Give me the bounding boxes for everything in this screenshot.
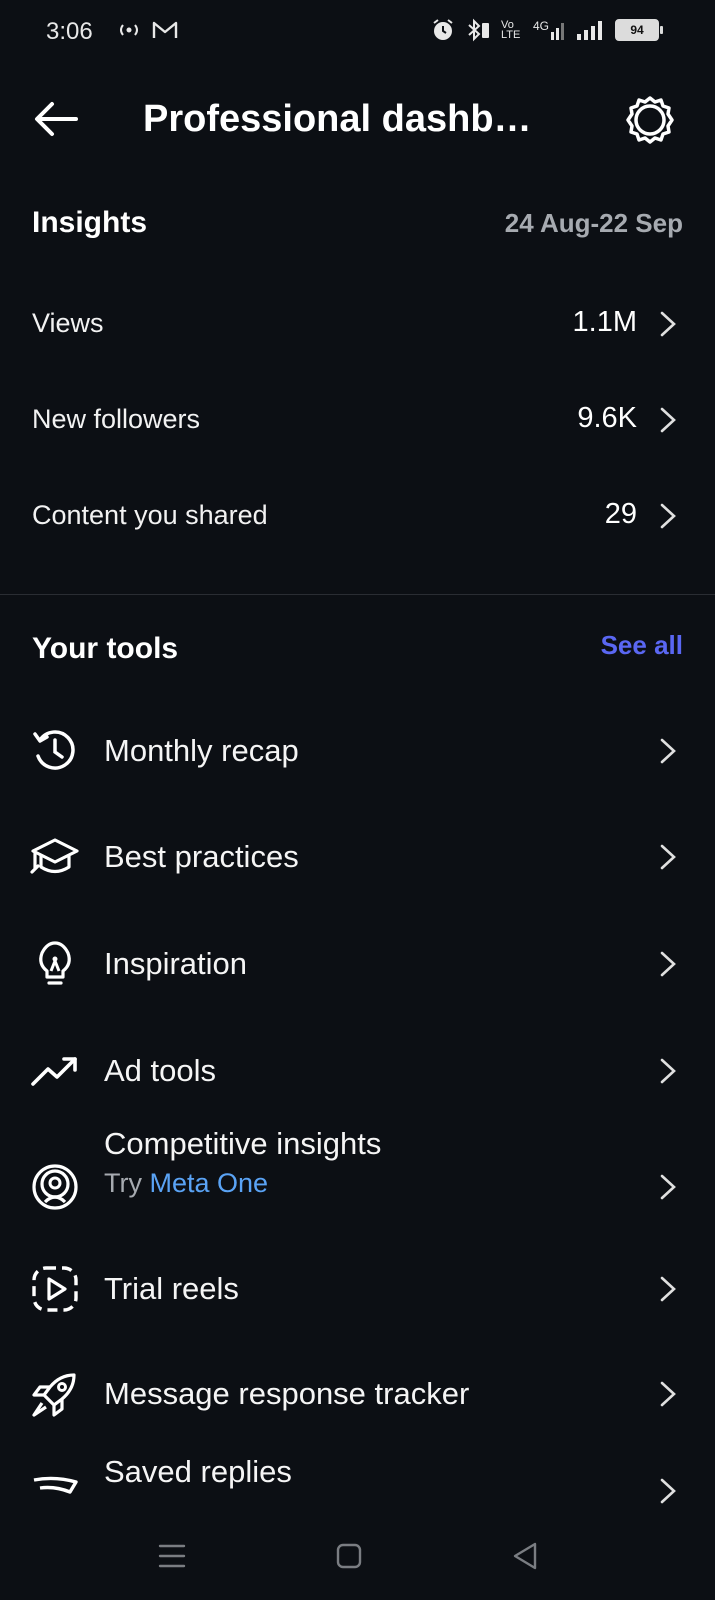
chevron-right-icon [660,1174,676,1200]
dashed-play-icon [32,1266,78,1312]
signal-icon [551,23,564,40]
insights-date-range[interactable]: 24 Aug-22 Sep [505,208,683,239]
professional-dashboard-screen: 3:06 Vo LTE 4G 94 Professional dashb… In… [0,0,715,1600]
chevron-right-icon [660,738,676,764]
hotspot-icon [120,24,138,36]
tool-label: Trial reels [104,1271,239,1306]
back-triangle-icon[interactable] [503,1534,547,1578]
tool-sub-label: Try Meta One [104,1168,268,1199]
target-person-icon [32,1164,78,1210]
try-prefix: Try [104,1168,142,1198]
top-app-bar: Professional dashb… [0,70,715,170]
section-divider [0,594,715,595]
chevron-right-icon [660,503,676,529]
chevron-right-icon [660,311,676,337]
see-all-link[interactable]: See all [601,630,683,661]
status-bar: 3:06 Vo LTE 4G 94 [0,0,715,64]
tool-competitive-insights[interactable]: Competitive insights Try Meta One [0,1126,715,1246]
bluetooth-icon [468,18,489,42]
chevron-right-icon [660,1276,676,1302]
signal-strength-icon [577,21,602,40]
chevron-right-icon [660,951,676,977]
meta-one-link[interactable]: Meta One [150,1168,269,1198]
your-tools-heading: Your tools [32,632,179,665]
metric-row-new-followers[interactable]: New followers 9.6K [0,380,715,460]
metric-value: 9.6K [577,402,637,434]
status-time: 3:06 [46,18,93,45]
metric-row-content-shared[interactable]: Content you shared 29 [0,476,715,556]
back-arrow-icon[interactable] [30,96,82,142]
battery-indicator: 94 [615,19,663,41]
rocket-icon [32,1373,76,1417]
graduation-cap-icon [30,838,79,874]
metric-value: 1.1M [572,306,637,338]
chevron-right-icon [660,844,676,870]
tool-best-practices[interactable]: Best practices [0,807,715,907]
system-navigation-bar [0,1512,715,1600]
tool-label: Ad tools [104,1053,217,1088]
gear-icon[interactable] [624,94,676,146]
page-title: Professional dashb… [143,98,532,140]
alarm-icon [433,19,453,40]
tool-label: Best practices [104,839,299,874]
tool-saved-replies[interactable]: Saved replies [0,1448,715,1512]
metric-value: 29 [604,498,637,530]
tool-label: Saved replies [104,1454,292,1489]
tool-label: Competitive insights [104,1126,382,1161]
tool-inspiration[interactable]: Inspiration [0,914,715,1014]
tool-message-response-tracker[interactable]: Message response tracker [0,1344,715,1444]
chevron-right-icon [660,1058,676,1084]
reply-icon [33,1476,78,1494]
metric-label: New followers [32,404,201,434]
chevron-right-icon [660,407,676,433]
tool-trial-reels[interactable]: Trial reels [0,1239,715,1339]
tool-ad-tools[interactable]: Ad tools [0,1021,715,1121]
home-square-icon[interactable] [327,1534,371,1578]
network-type: 4G [532,19,549,33]
trending-up-icon [31,1057,77,1086]
insights-heading: Insights [32,206,148,239]
tool-label: Message response tracker [104,1376,470,1411]
history-icon [33,730,75,770]
lightbulb-icon [39,941,71,985]
metric-row-views[interactable]: Views 1.1M [0,284,715,364]
volte-indicator: Vo LTE [500,19,521,41]
chevron-right-icon [660,1381,676,1407]
tool-label: Inspiration [104,946,248,981]
metric-label: Views [32,308,104,338]
chevron-right-icon [660,1478,676,1504]
gmail-icon [152,21,178,38]
tool-label: Monthly recap [104,733,299,768]
menu-icon[interactable] [150,1534,194,1578]
metric-label: Content you shared [32,500,268,530]
tool-monthly-recap[interactable]: Monthly recap [0,701,715,801]
network-4g-signal: 4G [533,20,567,40]
